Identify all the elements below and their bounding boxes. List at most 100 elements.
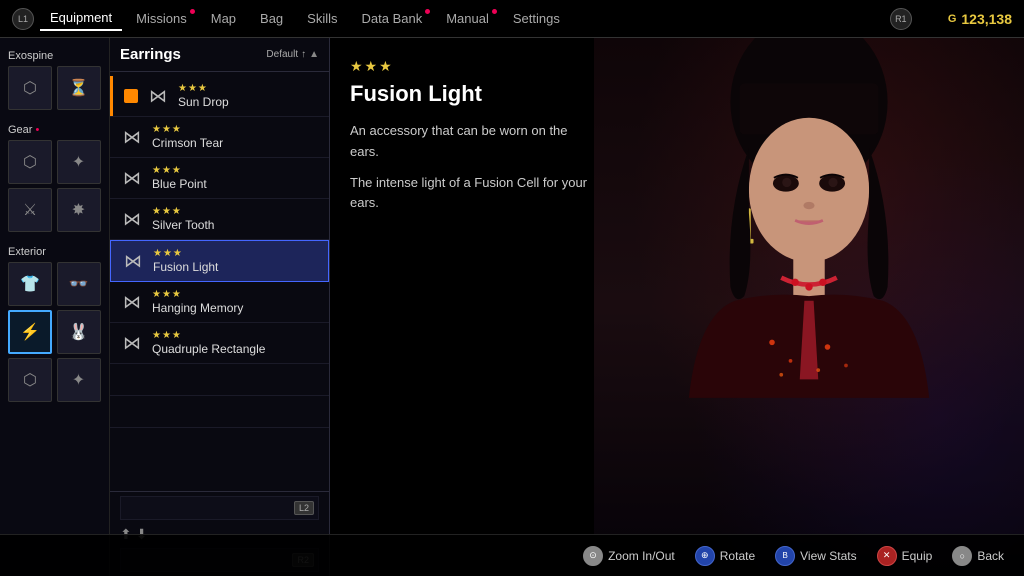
rotate-button[interactable]: ⊕ [695,546,715,566]
exospine-slot-2[interactable]: ⏳ [57,66,101,110]
item-info: ★★★ Sun Drop [178,83,229,109]
l2-badge: L2 [294,501,314,515]
gold-amount: 123,138 [961,11,1012,27]
exospine-label: Exospine [8,50,101,62]
bottom-action-bar: ⊙ Zoom In/Out ⊕ Rotate B View Stats ✕ Eq… [0,534,1024,576]
exterior-grid: 👕 👓 ⚡ 🐰 ⬡ ✦ [8,262,101,402]
equip-action[interactable]: ✕ Equip [877,546,933,566]
item-stars: ★★★ [152,289,243,300]
gear-slot-3[interactable]: ⚔ [8,188,52,232]
detail-title: Fusion Light [350,81,600,107]
exterior-label: Exterior [8,246,101,258]
equipment-list: ⋈ ★★★ Sun Drop ⋈ ★★★ Crimson Tear ⋈ ★★★ … [110,72,329,491]
tab-settings[interactable]: Settings [503,7,570,30]
exospine-grid: ⬡ ⏳ [8,66,101,110]
exterior-slot-3[interactable]: ⚡ [8,310,52,354]
viewstats-label: View Stats [800,549,856,563]
tab-missions[interactable]: Missions [126,7,197,30]
item-stars: ★★★ [152,330,265,341]
tab-manual[interactable]: Manual [436,7,499,30]
list-item[interactable]: ⋈ ★★★ Hanging Memory [110,282,329,323]
item-stars: ★★★ [153,248,218,259]
item-name: Blue Point [152,177,207,191]
earring-icon: ⋈ [120,292,144,313]
r1-button[interactable]: R1 [890,8,912,30]
gold-display: G 123,138 [948,11,1012,27]
sidebar-section-gear: Gear ⬡ ✦ ⚔ ✸ [8,124,101,232]
viewstats-action[interactable]: B View Stats [775,546,856,566]
back-action[interactable]: ○ Back [952,546,1004,566]
exterior-slot-4[interactable]: 🐰 [57,310,101,354]
item-stars: ★★★ [152,206,214,217]
list-item-empty [110,364,329,396]
item-name: Quadruple Rectangle [152,342,265,356]
zoom-label: Zoom In/Out [608,549,675,563]
detail-stars: ★★★ [350,58,600,75]
item-name: Silver Tooth [152,218,214,232]
gear-slot-4[interactable]: ✸ [57,188,101,232]
item-info: ★★★ Blue Point [152,165,207,191]
list-item[interactable]: ⋈ ★★★ Blue Point [110,158,329,199]
zoom-action[interactable]: ⊙ Zoom In/Out [583,546,675,566]
item-info: ★★★ Silver Tooth [152,206,214,232]
list-item[interactable]: ⋈ ★★★ Sun Drop [110,76,329,117]
viewstats-button[interactable]: B [775,546,795,566]
list-item[interactable]: ⋈ ★★★ Fusion Light [110,240,329,282]
exterior-slot-2[interactable]: 👓 [57,262,101,306]
list-item[interactable]: ⋈ ★★★ Quadruple Rectangle [110,323,329,364]
equipment-panel: Earrings Default ↑ ▲ ⋈ ★★★ Sun Drop ⋈ ★★… [110,38,330,576]
detail-description-1: An accessory that can be worn on the ear… [350,121,600,163]
item-info: ★★★ Hanging Memory [152,289,243,315]
sidebar-section-exospine: Exospine ⬡ ⏳ [8,50,101,110]
tab-bag[interactable]: Bag [250,7,293,30]
gear-label: Gear [8,124,101,136]
list-item[interactable]: ⋈ ★★★ Silver Tooth [110,199,329,240]
gear-slot-1[interactable]: ⬡ [8,140,52,184]
equipment-header: Earrings Default ↑ ▲ [110,38,329,72]
item-info: ★★★ Quadruple Rectangle [152,330,265,356]
exospine-slot-1[interactable]: ⬡ [8,66,52,110]
item-stars: ★★★ [152,124,223,135]
gear-grid: ⬡ ✦ ⚔ ✸ [8,140,101,232]
manual-dot [492,9,497,14]
list-item[interactable]: ⋈ ★★★ Crimson Tear [110,117,329,158]
equipment-title: Earrings [120,46,181,63]
equipped-indicator [124,89,138,103]
tab-skills[interactable]: Skills [297,7,347,30]
item-info: ★★★ Fusion Light [153,248,218,274]
earring-icon: ⋈ [120,333,144,354]
list-item-empty [110,396,329,428]
equip-button[interactable]: ✕ [877,546,897,566]
item-name: Hanging Memory [152,301,243,315]
tab-equipment[interactable]: Equipment [40,6,122,31]
earring-icon: ⋈ [120,168,144,189]
detail-description-2: The intense light of a Fusion Cell for y… [350,173,600,215]
back-button[interactable]: ○ [952,546,972,566]
earring-icon: ⋈ [146,86,170,107]
zoom-button[interactable]: ⊙ [583,546,603,566]
gold-icon: G [948,13,957,25]
equip-label: Equip [902,549,933,563]
detail-panel: ★★★ Fusion Light An accessory that can b… [330,38,620,534]
sort-icon: ▲ [309,49,319,60]
item-name: Crimson Tear [152,136,223,150]
exterior-slot-6[interactable]: ✦ [57,358,101,402]
gear-slot-2[interactable]: ✦ [57,140,101,184]
earring-icon: ⋈ [121,251,145,272]
nav-tabs: Equipment Missions Map Bag Skills Data B… [40,6,890,31]
item-name: Sun Drop [178,95,229,109]
top-navigation-bar: L1 Equipment Missions Map Bag Skills Dat… [0,0,1024,38]
missions-dot [190,9,195,14]
sort-control[interactable]: Default ↑ ▲ [266,49,319,60]
item-name: Fusion Light [153,260,218,274]
l1-button[interactable]: L1 [12,8,34,30]
sidebar: Exospine ⬡ ⏳ Gear ⬡ ✦ ⚔ ✸ Exterior 👕 👓 ⚡… [0,38,110,576]
sidebar-section-exterior: Exterior 👕 👓 ⚡ 🐰 ⬡ ✦ [8,246,101,402]
item-info: ★★★ Crimson Tear [152,124,223,150]
earring-icon: ⋈ [120,209,144,230]
exterior-slot-1[interactable]: 👕 [8,262,52,306]
rotate-action[interactable]: ⊕ Rotate [695,546,755,566]
tab-databank[interactable]: Data Bank [352,7,433,30]
tab-map[interactable]: Map [201,7,246,30]
exterior-slot-5[interactable]: ⬡ [8,358,52,402]
